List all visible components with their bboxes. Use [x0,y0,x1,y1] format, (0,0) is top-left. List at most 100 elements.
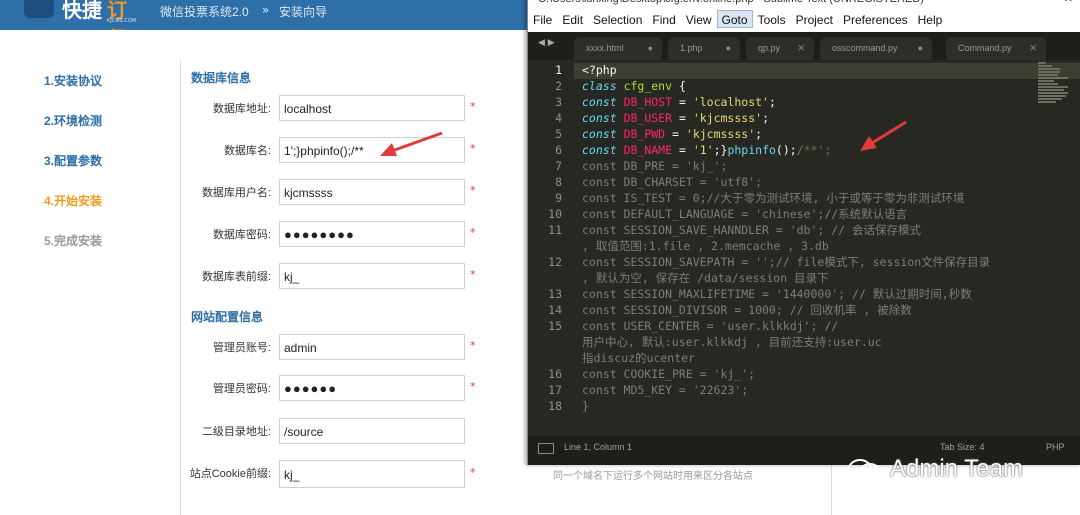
code-function: phpinfo [727,143,776,157]
tab-osscommand-py[interactable]: osscommand.py ● [820,37,932,60]
line-number: 6 [555,143,562,157]
db-user-input[interactable]: kjcmssss [279,179,465,205]
line-number-gutter: 1 2 3 4 5 6 7 8 9 10 11 12 13 14 15 16 1… [528,60,574,436]
code-class-name: cfg_env [623,79,673,93]
code-line-3: const DB_HOST = 'localhost'; [582,94,776,110]
code-keyword: class [582,79,617,93]
tab-dirty-dot-icon[interactable]: ● [726,37,731,59]
code-line-9: const IS_TEST = 0;//大于零为测试环境, 小于或等于零为非测试… [582,191,965,205]
admin-user-label: 管理员账号: [212,342,271,354]
site-section-title: 网站配置信息 [191,310,264,324]
code-line-15-wrap2: 指discuz的ucenter [582,351,696,365]
menu-find[interactable]: Find [647,10,680,27]
menu-preferences[interactable]: Preferences [838,10,913,27]
line-number: 1 [555,63,562,77]
menu-project[interactable]: Project [791,10,838,27]
code-keyword: const [582,127,617,141]
tab-size[interactable]: Tab Size: 4 [940,442,985,452]
line-number: 17 [548,383,562,397]
step-agreement[interactable]: 1.安装协议 [44,72,102,112]
line-number: 7 [555,159,562,173]
admin-password-input[interactable]: ●●●●●● [279,375,465,401]
code-const-name: DB_PWD [623,127,666,141]
code-line-8: const DB_CHARSET = 'utf8'; [582,175,763,189]
cookie-prefix-input[interactable]: kj_ [279,460,465,488]
tab-1-php[interactable]: 1.php ● [668,37,740,60]
tab-close-icon[interactable]: ✕ [797,37,805,59]
admin-user-input[interactable]: admin [279,334,465,360]
tab-qp-py[interactable]: qp.py ✕ [746,37,814,60]
step-config[interactable]: 3.配置参数 [44,152,102,192]
panel-toggle-icon[interactable] [538,443,554,454]
menu-edit[interactable]: Edit [557,10,588,27]
minimap-line [1038,89,1064,91]
code-line-12-wrap: , 默认为空, 保存在 /data/session 目录下 [582,271,829,285]
tab-bar: ◀ ▶ xxxx.html ● 1.php ● qp.py ✕ osscommand.… [528,32,1080,60]
db-prefix-input[interactable]: kj_ [279,263,465,289]
code-keyword: const [582,111,617,125]
code-comment: /**'; [796,143,832,157]
code-line-15-wrap: 用户中心, 默认:user.klkkdj , 目前还支持:user.uc [582,335,882,349]
minimap-line [1038,98,1062,100]
step-env-check[interactable]: 2.环境检测 [44,112,102,152]
code-string: '1' [692,143,714,157]
code-line-7: const DB_PRE = 'kj_'; [582,159,728,173]
required-mark: * [470,100,476,113]
line-number: 9 [555,191,562,205]
code-line-2: class cfg_env { [582,78,686,94]
menu-file[interactable]: File [528,10,557,27]
menu-goto[interactable]: Goto [716,10,753,28]
system-title: 微信投票系统2.0 [160,5,249,19]
tab-label: 1.php [680,43,703,53]
code-const-name: DB_NAME [623,143,673,157]
menu-tools[interactable]: Tools [753,10,791,27]
minimap-line [1038,68,1060,70]
subdir-label: 二级目录地址: [201,426,271,438]
db-password-label: 数据库密码: [212,229,271,241]
install-steps: 1.安装协议 2.环境检测 3.配置参数 4.开始安装 5.完成安装 [44,72,102,272]
tab-close-icon[interactable]: ✕ [1029,37,1037,59]
code-string: 'kjcmssss' [692,111,763,125]
db-host-label: 数据库地址: [212,103,271,115]
syntax-mode[interactable]: PHP [1046,442,1065,452]
step-install[interactable]: 4.开始安装 [44,192,102,232]
tab-xxxx-html[interactable]: xxxx.html ● [574,37,662,60]
line-number: 11 [548,223,562,237]
minimap[interactable] [1038,62,1070,106]
breadcrumb-current: 安装向导 [279,5,328,19]
line-number: 5 [555,127,562,141]
cursor-position[interactable]: Line 1, Column 1 [564,442,632,452]
subdir-input[interactable]: /source [279,418,465,444]
code-line-16: const COOKIE_PRE = 'kj_'; [582,367,756,381]
required-mark: * [470,142,476,155]
code-op: = [672,111,693,125]
cookie-prefix-hint: 同一个域名下运行多个网站时用来区分各站点 [553,471,753,482]
code-line-4: const DB_USER = 'kjcmssss'; [582,110,769,126]
code-string: 'kjcmssss' [685,127,756,141]
menu-selection[interactable]: Selection [588,10,647,27]
tab-dirty-dot-icon[interactable]: ● [648,37,653,59]
tab-dirty-dot-icon[interactable]: ● [918,37,923,59]
tab-command-py[interactable]: Command.py ✕ [946,37,1046,60]
code-brace: { [678,79,686,93]
menu-view[interactable]: View [681,10,717,27]
code-semi: ; [762,111,769,125]
tab-label: xxxx.html [586,43,624,53]
close-window-icon[interactable]: ✕ [1064,0,1073,5]
required-mark: * [470,226,476,239]
tab-label: qp.py [758,43,781,53]
required-mark: * [470,268,476,281]
required-mark: * [470,380,476,393]
db-host-input[interactable]: localhost [279,95,465,121]
tab-nav-arrows-icon[interactable]: ◀ ▶ [538,38,555,48]
code-op: = [665,127,686,141]
logo-text: 快捷 [62,0,102,22]
code-line-6: const DB_NAME = '1';}phpinfo();/**'; [582,142,831,158]
code-keyword: const [582,95,617,109]
minimap-line [1038,86,1068,88]
line-number: 14 [548,303,562,317]
db-password-input[interactable]: ●●●●●●●● [279,221,465,247]
logo-url: KJCMS.COM [107,18,137,24]
line-number: 4 [555,111,562,125]
menu-help[interactable]: Help [913,10,948,27]
